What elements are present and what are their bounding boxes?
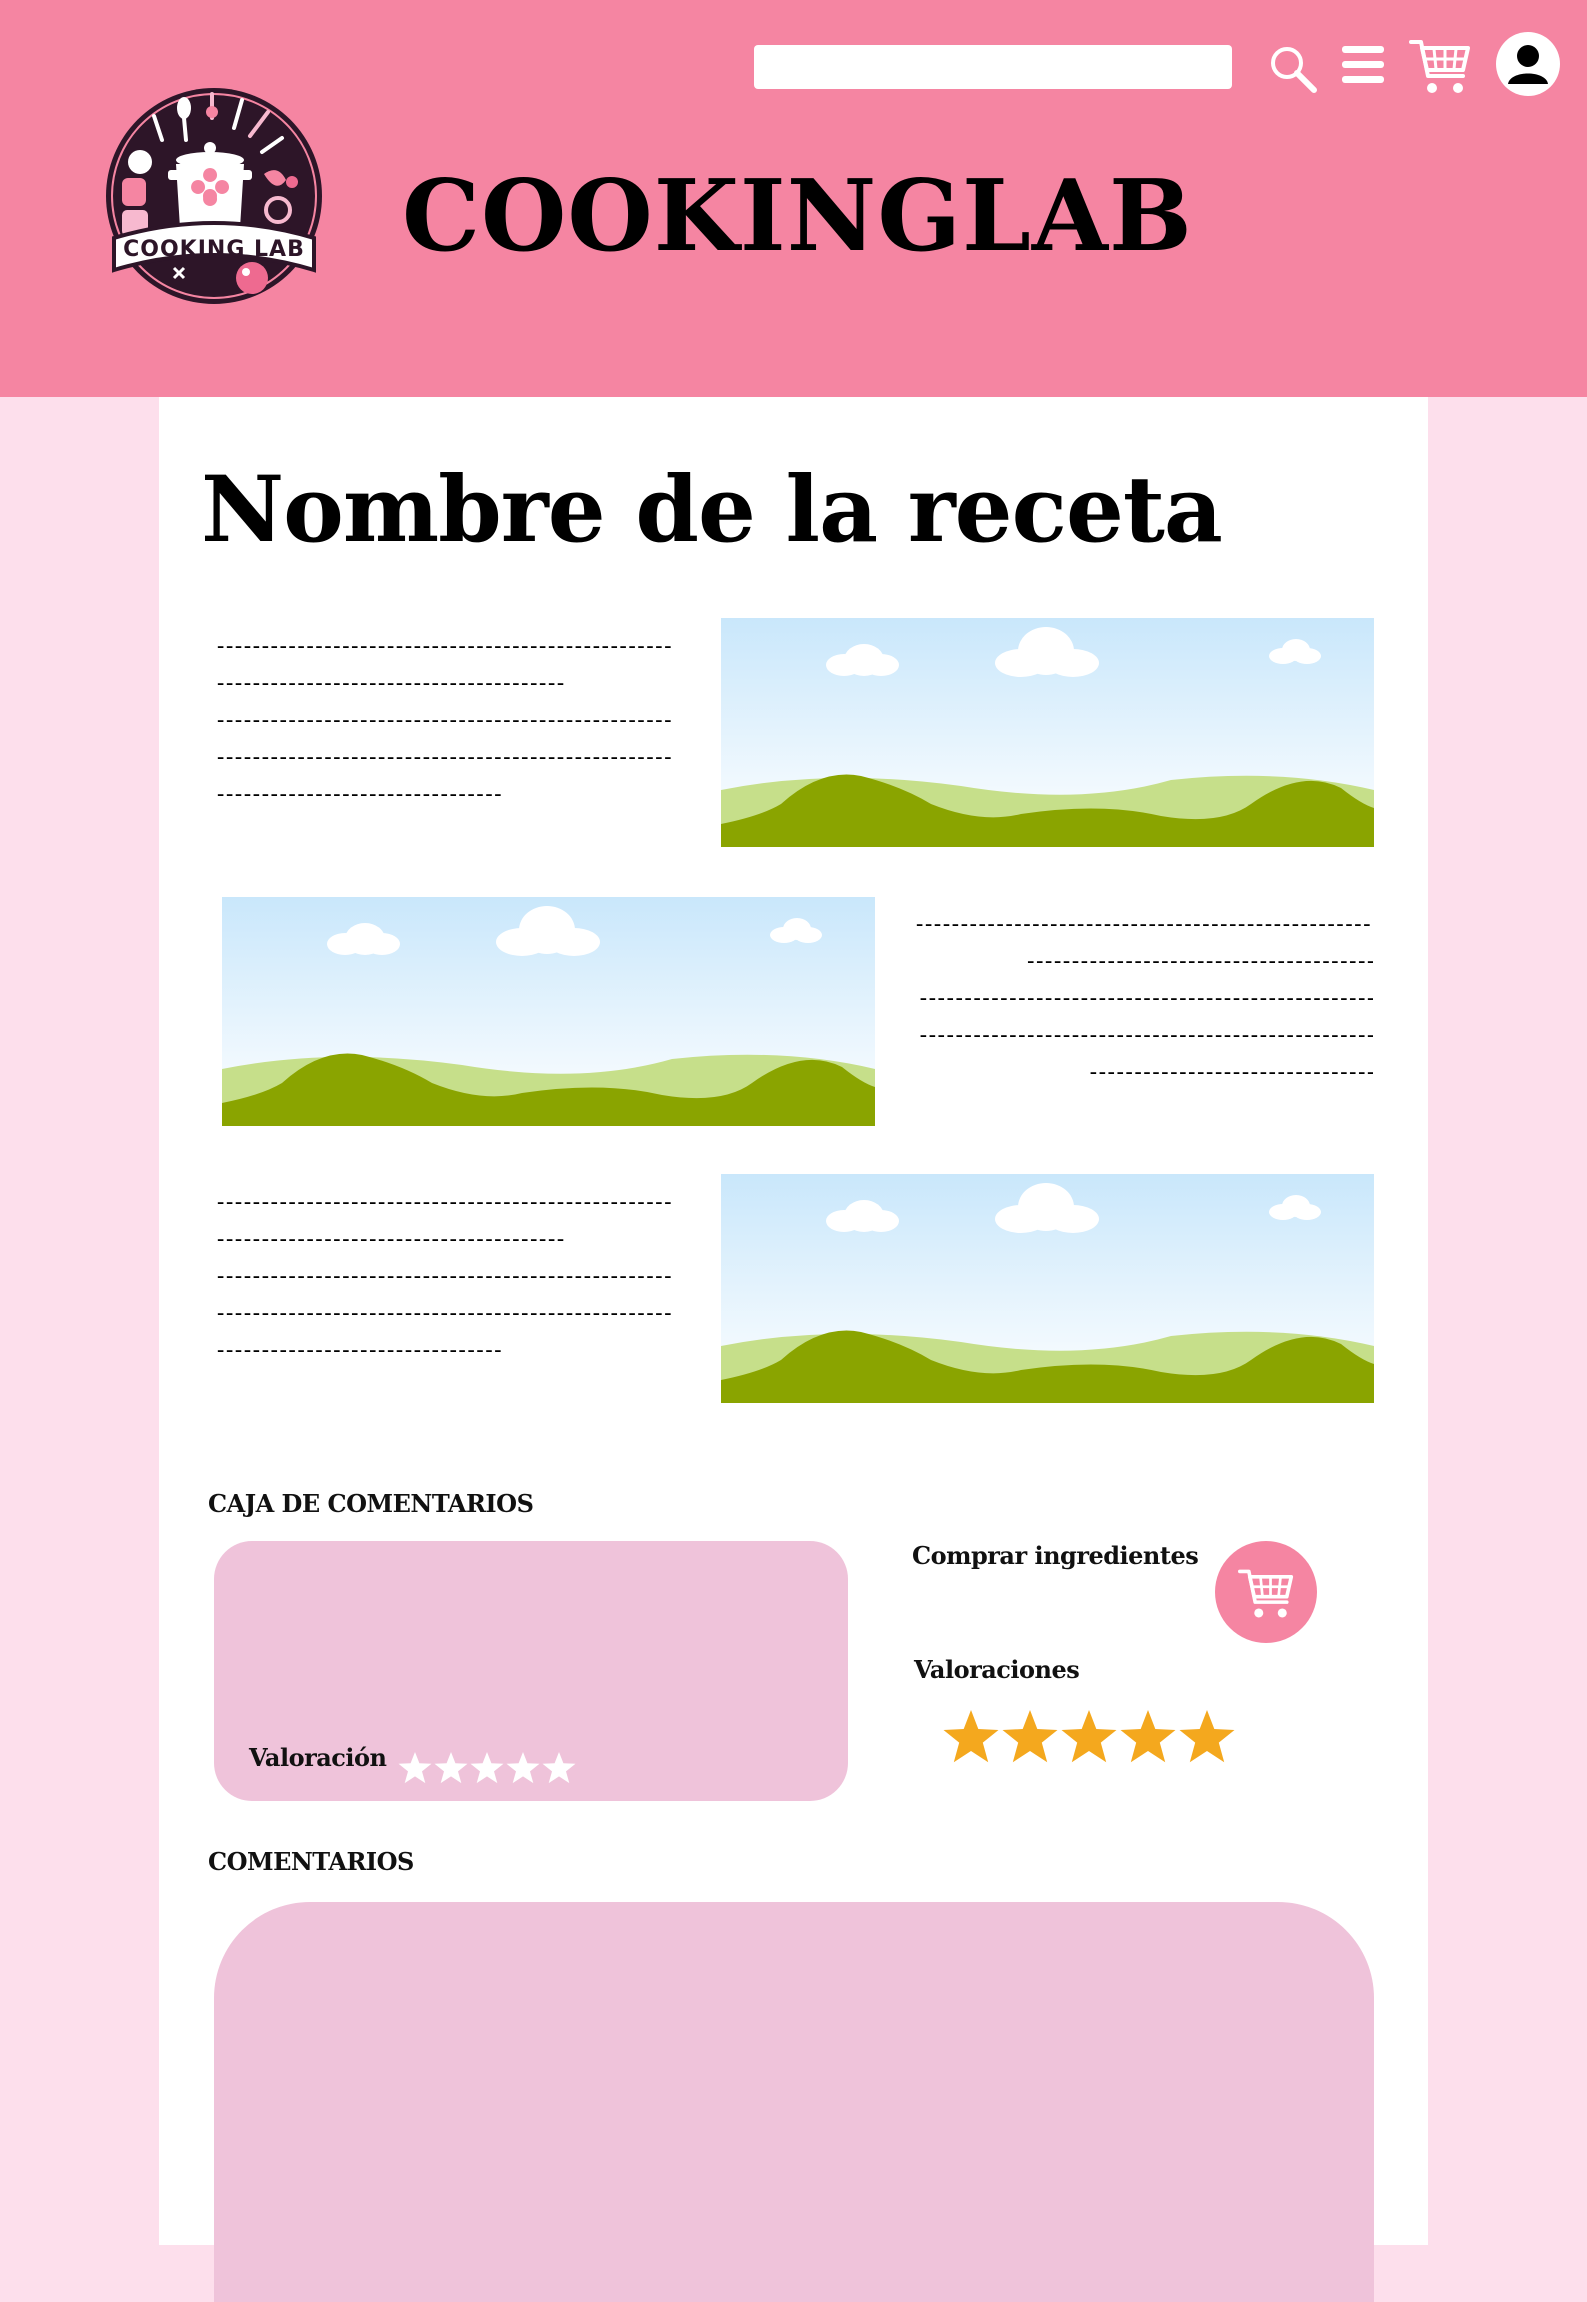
- text-line: ----------------------------------------…: [214, 708, 674, 733]
- comment-input[interactable]: [244, 1561, 818, 1715]
- rating-label: Valoración: [249, 1743, 387, 1772]
- recipe-step-text: ----------------------------------------…: [913, 906, 1373, 1091]
- star-icon: [1120, 1710, 1176, 1763]
- comments-panel: [214, 1902, 1374, 2302]
- recipe-card: Nombre de la receta --------------------…: [159, 397, 1428, 2302]
- comment-box: Valoración: [214, 1541, 848, 1801]
- text-line: ----------------------------------------…: [916, 1023, 1373, 1048]
- recipe-step-text: ----------------------------------------…: [214, 1184, 674, 1369]
- cooking-lab-logo: COOKING LAB: [100, 88, 328, 304]
- ratings-stars: [943, 1710, 1235, 1763]
- star-icon[interactable]: [506, 1752, 540, 1784]
- text-line: ---------------------------------------: [214, 1227, 567, 1252]
- buy-ingredients-button[interactable]: [1215, 1541, 1317, 1643]
- logo-text: COOKING LAB: [123, 237, 305, 262]
- star-icon[interactable]: [398, 1752, 432, 1784]
- user-icon[interactable]: [1496, 32, 1560, 96]
- star-icon: [943, 1710, 999, 1763]
- menu-icon[interactable]: [1340, 42, 1386, 88]
- text-line: ----------------------------------------…: [214, 1301, 674, 1326]
- image-placeholder: [721, 1174, 1374, 1403]
- image-placeholder: [222, 897, 875, 1126]
- star-icon: [1179, 1710, 1235, 1763]
- text-line: --------------------------------: [214, 1338, 505, 1363]
- star-icon: [1061, 1710, 1117, 1763]
- cart-icon: [1238, 1569, 1294, 1618]
- text-line: ----------------------------------------…: [916, 986, 1373, 1011]
- rating-stars-input[interactable]: [397, 1751, 577, 1787]
- comments-heading: COMENTARIOS: [208, 1847, 414, 1876]
- text-line: ----------------------------------------…: [214, 1264, 674, 1289]
- star-icon[interactable]: [542, 1752, 576, 1784]
- text-line: ----------------------------------------…: [214, 745, 674, 770]
- ratings-label: Valoraciones: [914, 1655, 1080, 1684]
- star-icon[interactable]: [470, 1752, 504, 1784]
- buy-ingredients-label: Comprar ingredientes: [912, 1541, 1199, 1570]
- star-icon[interactable]: [434, 1752, 468, 1784]
- text-line: ----------------------------------------…: [913, 912, 1373, 937]
- image-placeholder: [721, 618, 1374, 847]
- search-input[interactable]: [754, 45, 1232, 89]
- brand-title: COOKINGLAB: [402, 159, 1193, 274]
- recipe-step-text: ----------------------------------------…: [214, 628, 674, 813]
- text-line: ---------------------------------------: [214, 671, 567, 696]
- search-icon[interactable]: [1266, 42, 1320, 96]
- star-icon: [1002, 1710, 1058, 1763]
- recipe-title: Nombre de la receta: [201, 457, 1223, 563]
- text-line: ----------------------------------------…: [214, 1190, 674, 1215]
- cart-icon[interactable]: [1408, 36, 1472, 98]
- text-line: ----------------------------------------…: [214, 634, 674, 659]
- site-header: COOKING LAB COOKINGLAB: [0, 0, 1587, 397]
- text-line: ---------------------------------------: [1024, 949, 1373, 974]
- comment-box-heading: CAJA DE COMENTARIOS: [208, 1489, 534, 1518]
- text-line: --------------------------------: [1086, 1060, 1373, 1085]
- text-line: --------------------------------: [214, 782, 505, 807]
